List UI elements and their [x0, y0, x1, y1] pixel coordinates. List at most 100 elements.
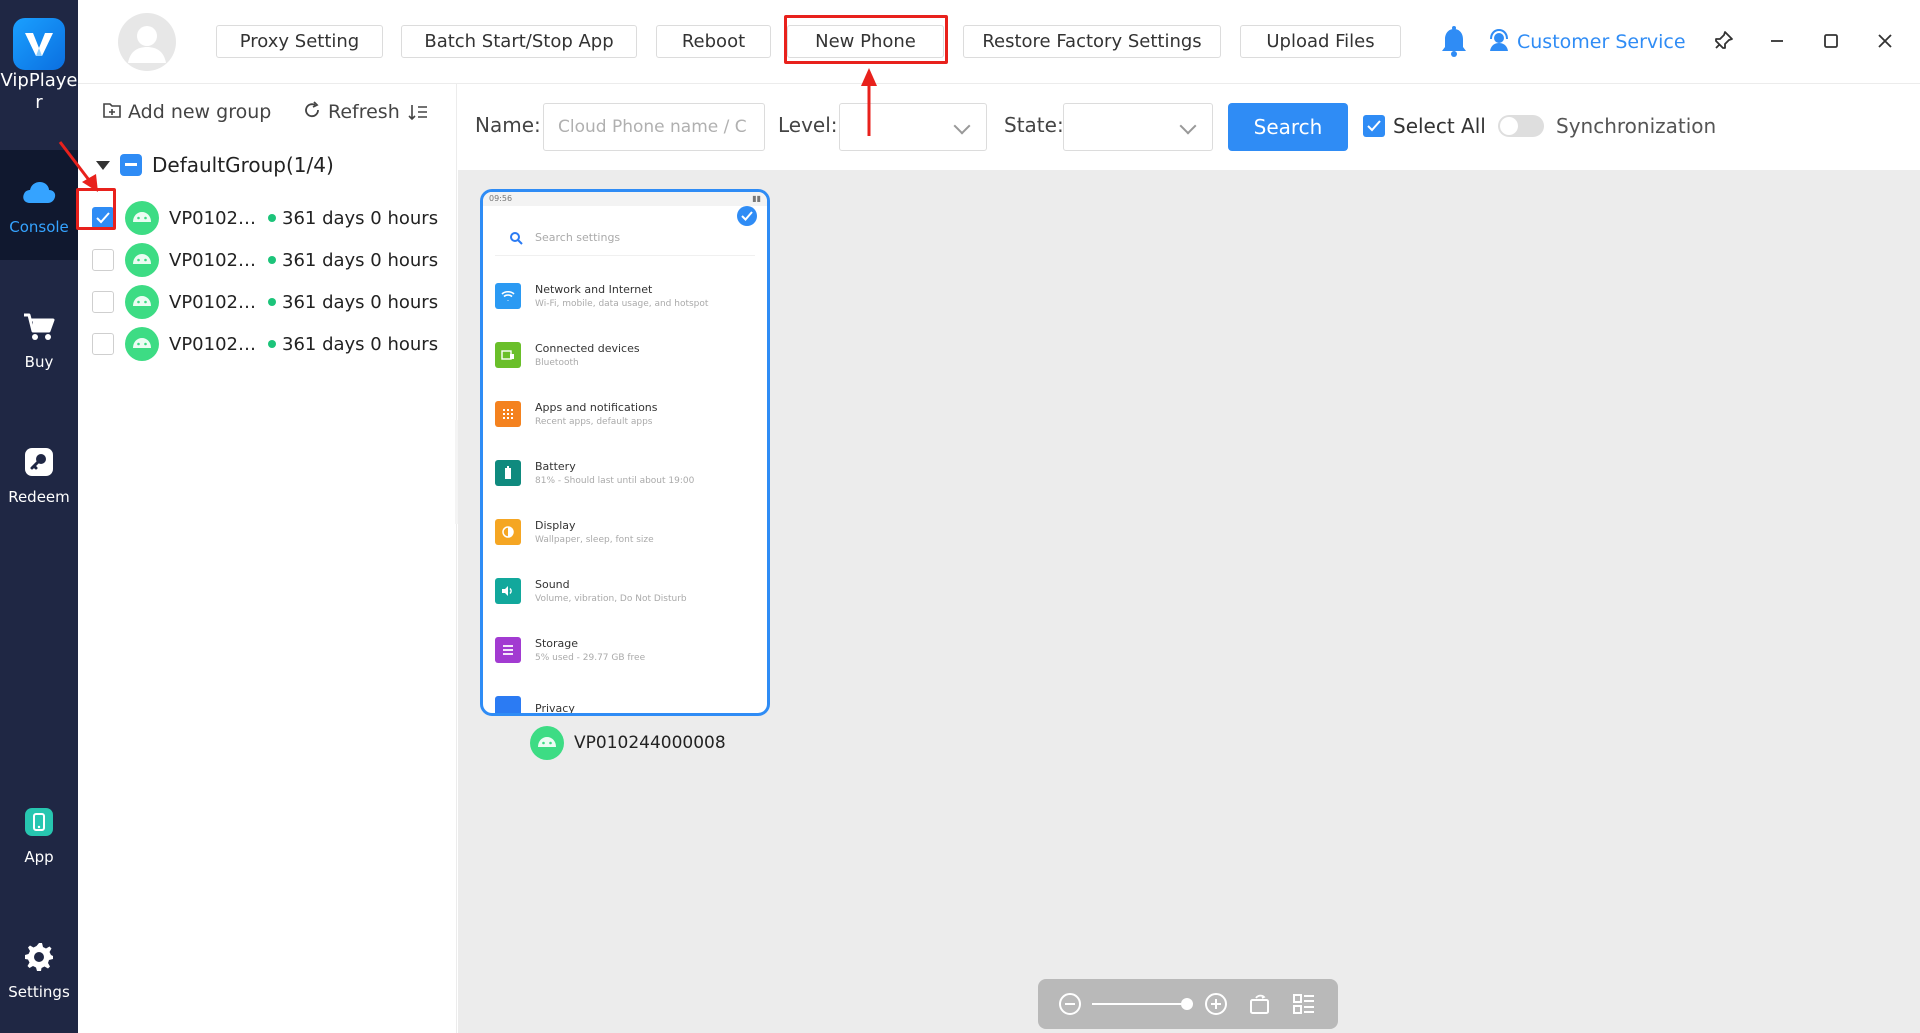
- phone-search-placeholder: Search settings: [535, 231, 621, 244]
- state-select[interactable]: [1063, 103, 1213, 151]
- settings-item-network[interactable]: Network and Internet Wi-Fi, mobile, data …: [483, 266, 767, 325]
- group-name: DefaultGroup(1/4): [152, 153, 334, 177]
- device-row[interactable]: VP010244000008 361 days 0 hours: [78, 197, 457, 239]
- upload-files-button[interactable]: Upload Files: [1240, 25, 1401, 58]
- zoom-slider-thumb[interactable]: [1181, 998, 1193, 1010]
- nav-console[interactable]: Console: [0, 150, 78, 260]
- group-header[interactable]: DefaultGroup(1/4): [96, 150, 334, 180]
- android-icon: [125, 285, 159, 319]
- bell-icon[interactable]: [1440, 26, 1470, 58]
- zoom-slider-track[interactable]: [1092, 1003, 1188, 1005]
- device-row[interactable]: VP010244000009 361 days 0 hours: [78, 239, 457, 281]
- level-label: Level:: [778, 113, 838, 137]
- storage-icon: [495, 636, 521, 663]
- settings-item-storage[interactable]: Storage 5% used - 29.77 GB free: [483, 620, 767, 679]
- device-checkbox[interactable]: [92, 333, 114, 355]
- phone-settings-search[interactable]: Search settings: [495, 220, 755, 256]
- maximize-icon[interactable]: [1816, 26, 1846, 56]
- device-checkbox[interactable]: [92, 291, 114, 313]
- zoom-in-icon[interactable]: [1204, 992, 1228, 1016]
- battery-icon: [495, 459, 521, 486]
- device-name: VP010244000008: [169, 207, 265, 229]
- settings-item-connected-devices[interactable]: Connected devices Bluetooth: [483, 325, 767, 384]
- select-all-label: Select All: [1393, 114, 1486, 138]
- nav-app-label: App: [24, 848, 54, 866]
- level-select[interactable]: [839, 103, 987, 151]
- online-status-dot: [268, 256, 276, 264]
- layout-list-icon[interactable]: [1292, 992, 1316, 1016]
- settings-item-subtitle: 81% - Should last until about 19:00: [535, 475, 695, 486]
- minimize-icon[interactable]: [1762, 26, 1792, 56]
- settings-item-apps[interactable]: Apps and notifications Recent apps, defau…: [483, 384, 767, 443]
- settings-item-display[interactable]: Display Wallpaper, sleep, font size: [483, 502, 767, 561]
- batch-start-stop-button[interactable]: Batch Start/Stop App: [401, 25, 637, 58]
- settings-item-subtitle: Wi-Fi, mobile, data usage, and hotspot: [535, 298, 709, 309]
- user-avatar[interactable]: [118, 13, 176, 71]
- settings-item-subtitle: 5% used - 29.77 GB free: [535, 652, 646, 663]
- settings-item-title: Connected devices: [535, 341, 640, 355]
- rotate-screen-icon[interactable]: [1248, 992, 1272, 1016]
- device-row[interactable]: VP010244000010 361 days 0 hours: [78, 281, 457, 323]
- android-icon: [125, 243, 159, 277]
- phone-screen-card[interactable]: 09:56 ▮▮ Search settings Network and Int…: [480, 189, 770, 716]
- synchronization-toggle[interactable]: [1498, 115, 1544, 137]
- settings-item-title: Battery: [535, 459, 576, 473]
- refresh-label: Refresh: [328, 101, 400, 123]
- close-icon[interactable]: [1870, 26, 1900, 56]
- sort-list-icon[interactable]: [408, 98, 428, 126]
- privacy-icon: [495, 695, 521, 713]
- pin-icon[interactable]: [1708, 26, 1738, 56]
- add-group-button[interactable]: Add new group: [102, 98, 271, 126]
- display-icon: [495, 518, 521, 545]
- device-checkbox[interactable]: [92, 207, 114, 229]
- name-label: Name:: [475, 113, 541, 137]
- synchronization-label: Synchronization: [1556, 114, 1717, 138]
- online-status-dot: [268, 340, 276, 348]
- device-name: VP010244000009: [169, 249, 265, 271]
- reboot-button[interactable]: Reboot: [656, 25, 771, 58]
- select-all-checkbox[interactable]: Select All: [1363, 114, 1486, 138]
- settings-item-sound[interactable]: Sound Volume, vibration, Do Not Disturb: [483, 561, 767, 620]
- apps-icon: [495, 400, 521, 427]
- new-phone-button[interactable]: New Phone: [787, 25, 944, 58]
- devices-icon: [495, 341, 521, 368]
- nav-redeem[interactable]: Redeem: [0, 420, 78, 530]
- caret-down-icon[interactable]: [96, 160, 110, 170]
- nav-buy[interactable]: Buy: [0, 285, 78, 395]
- settings-item-title: Privacy: [535, 702, 575, 715]
- top-toolbar: Proxy Setting Batch Start/Stop App Reboo…: [78, 0, 1920, 84]
- phone-card-label: VP010244000008: [530, 726, 726, 760]
- settings-item-subtitle: Wallpaper, sleep, font size: [535, 534, 654, 545]
- search-button[interactable]: Search: [1228, 103, 1348, 151]
- restore-factory-button[interactable]: Restore Factory Settings: [963, 25, 1221, 58]
- settings-item-privacy[interactable]: Privacy: [483, 679, 767, 715]
- wifi-icon: [495, 282, 521, 309]
- app-logo: [13, 18, 65, 70]
- settings-item-title: Sound: [535, 577, 570, 591]
- zoom-out-icon[interactable]: [1058, 992, 1082, 1016]
- name-search-input[interactable]: Cloud Phone name / C: [543, 103, 765, 151]
- settings-item-title: Storage: [535, 636, 579, 650]
- settings-item-battery[interactable]: Battery 81% - Should last until about 19:…: [483, 443, 767, 502]
- add-folder-icon: [102, 100, 122, 125]
- device-time: 361 days 0 hours: [282, 207, 439, 229]
- cart-icon: [19, 309, 59, 345]
- refresh-button[interactable]: Refresh: [302, 98, 400, 126]
- device-row[interactable]: VP010244000011 361 days 0 hours: [78, 323, 457, 365]
- signal-icon: ▮▮: [752, 194, 761, 203]
- device-checkbox[interactable]: [92, 249, 114, 271]
- nav-app[interactable]: App: [0, 780, 78, 890]
- filter-bar: Name: Cloud Phone name / C Level: State:…: [458, 84, 1920, 170]
- settings-item-subtitle: Recent apps, default apps: [535, 416, 653, 427]
- phone-selected-check-icon[interactable]: [737, 206, 757, 226]
- synchronization-control[interactable]: Synchronization: [1498, 114, 1716, 138]
- nav-settings-label: Settings: [8, 983, 70, 1001]
- customer-service-link[interactable]: Customer Service: [1487, 28, 1686, 56]
- state-label: State:: [1004, 113, 1064, 137]
- proxy-setting-button[interactable]: Proxy Setting: [216, 25, 383, 58]
- group-checkbox[interactable]: [120, 154, 142, 176]
- device-time: 361 days 0 hours: [282, 249, 439, 271]
- settings-item-subtitle: Bluetooth: [535, 357, 579, 368]
- phone-app-icon: [19, 804, 59, 840]
- nav-settings[interactable]: Settings: [0, 915, 78, 1025]
